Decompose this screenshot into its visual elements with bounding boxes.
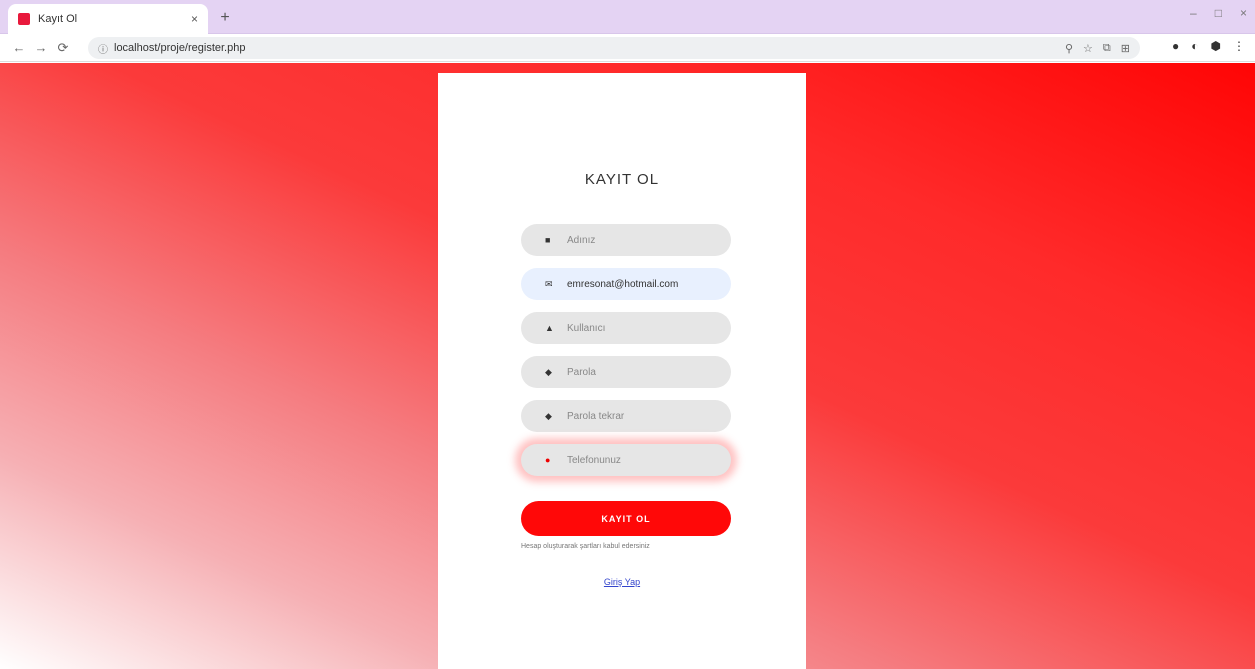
register-card: KAYIT OL ■ ✉ ▲ ◆ ◆ ● KAYIT OL Hesap oluş… (438, 73, 806, 669)
password-input[interactable] (567, 366, 727, 378)
form-title: KAYIT OL (584, 171, 660, 188)
username-input[interactable] (567, 322, 727, 334)
phone-field[interactable]: ● (521, 444, 731, 476)
address-bar[interactable]: ⓘ localhost/proje/register.php ⚲ ☆ ⧉ ⊞ (88, 37, 1140, 59)
info-icon[interactable]: ⓘ (98, 41, 108, 56)
reload-button[interactable]: ⟳ (52, 40, 74, 56)
omnibox-icons: ⚲ ☆ ⧉ ⊞ (1065, 42, 1130, 55)
bookmark-star-icon[interactable]: ☆ (1083, 42, 1093, 55)
name-input[interactable] (567, 234, 727, 246)
window-controls: – □ × (1190, 6, 1247, 20)
extensions-puzzle-icon[interactable]: ⬢ (1211, 39, 1221, 53)
password-repeat-input[interactable] (567, 410, 727, 422)
password-repeat-field[interactable]: ◆ (521, 400, 731, 432)
user-icon: ■ (545, 235, 551, 245)
email-field[interactable]: ✉ (521, 268, 731, 300)
search-icon[interactable]: ⚲ (1065, 42, 1073, 55)
favicon-icon (18, 13, 30, 25)
extension-icon[interactable]: ◐ (1191, 39, 1198, 53)
page-background: KAYIT OL ■ ✉ ▲ ◆ ◆ ● KAYIT OL Hesap oluş… (0, 63, 1255, 669)
extension-icon[interactable]: ● (1172, 39, 1179, 53)
phone-icon: ● (545, 455, 551, 465)
terms-hint: Hesap oluşturarak şartları kabul edersin… (521, 543, 650, 550)
menu-kebab-icon[interactable]: ⋮ (1233, 39, 1245, 53)
browser-toolbar: ← → ⟳ ⓘ localhost/proje/register.php ⚲ ☆… (0, 34, 1255, 62)
mail-icon: ✉ (545, 278, 553, 289)
tab-title: Kayıt Ol (38, 13, 78, 25)
maximize-button[interactable]: □ (1215, 6, 1222, 20)
new-tab-button[interactable]: + (214, 8, 236, 30)
lock-icon: ◆ (545, 366, 552, 377)
share-icon[interactable]: ⧉ (1103, 42, 1111, 55)
username-field[interactable]: ▲ (521, 312, 731, 344)
close-window-button[interactable]: × (1240, 6, 1247, 20)
extensions-area: ● ◐ ⬢ ⋮ (1172, 39, 1245, 53)
apps-icon[interactable]: ⊞ (1121, 42, 1130, 55)
browser-tab[interactable]: Kayıt Ol × (8, 4, 208, 34)
back-button[interactable]: ← (8, 40, 30, 55)
tab-close-icon[interactable]: × (191, 12, 198, 26)
url-text[interactable]: localhost/proje/register.php (114, 42, 1065, 54)
lock-icon: ◆ (545, 410, 552, 421)
tab-bar: Kayıt Ol × + – □ × (0, 0, 1255, 34)
minimize-button[interactable]: – (1190, 6, 1197, 20)
phone-input[interactable] (567, 454, 727, 466)
email-input[interactable] (567, 278, 727, 290)
login-link[interactable]: Giriş Yap (438, 577, 806, 587)
register-button[interactable]: KAYIT OL (521, 501, 731, 536)
user-circle-icon: ▲ (545, 323, 554, 333)
name-field[interactable]: ■ (521, 224, 731, 256)
forward-button[interactable]: → (30, 40, 52, 55)
password-field[interactable]: ◆ (521, 356, 731, 388)
